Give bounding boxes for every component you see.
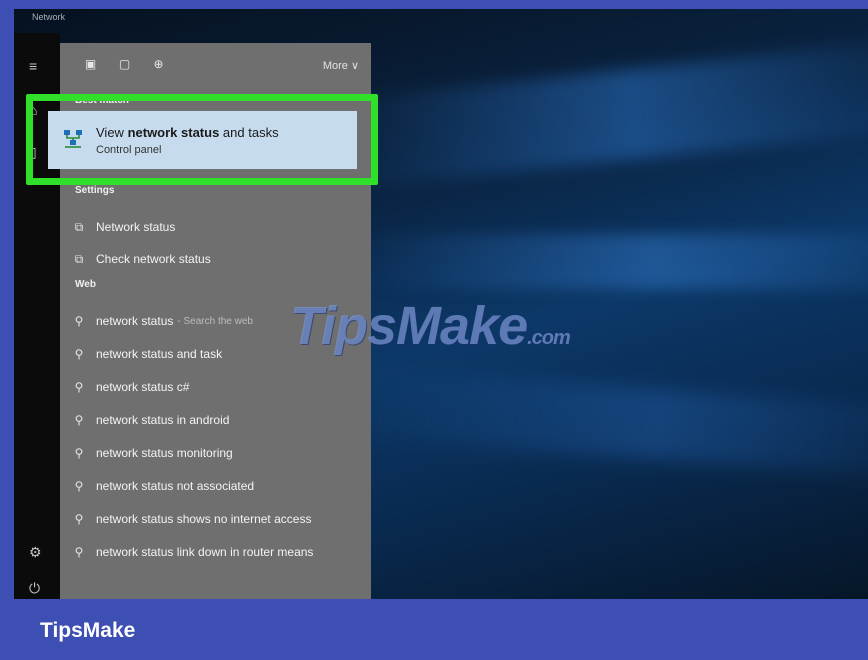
web-result-item[interactable]: ⚲ network status c#	[70, 377, 190, 397]
network-settings-icon: ⧉	[74, 251, 84, 266]
tipsmake-watermark: TipsMake.com	[290, 295, 571, 357]
power-icon[interactable]: ⏻	[29, 581, 40, 595]
settings-gear-icon[interactable]: ⚙	[29, 545, 42, 559]
web-result-item[interactable]: ⚲ network status not associated	[70, 476, 255, 496]
web-result-label: network status not associated	[96, 479, 255, 493]
section-settings-label: Settings	[75, 185, 115, 196]
hamburger-menu-icon[interactable]: ≡	[29, 59, 37, 73]
wallpaper-light-beam	[354, 234, 868, 289]
web-filter-globe-icon[interactable]: ⊕	[152, 58, 165, 71]
footer-brand-label: TipsMake	[40, 619, 136, 642]
apps-filter-icon[interactable]: ▣	[84, 58, 97, 71]
web-result-label: network status shows no internet access	[96, 512, 312, 526]
watermark-suffix: .com	[527, 327, 571, 349]
web-result-item[interactable]: ⚲ network status monitoring	[70, 443, 233, 463]
green-highlight-annotation	[26, 94, 378, 185]
search-icon: ⚲	[74, 380, 84, 394]
web-result-label: network status and task	[96, 347, 223, 361]
tipsmake-frame: Network ≡ ⌂ ▯ ⚙ ⏻ ▣ ▢ ⊕ More ∨ Best matc…	[0, 0, 868, 660]
search-icon: ⚲	[74, 413, 84, 427]
more-filters-dropdown[interactable]: More ∨	[323, 59, 359, 72]
documents-filter-icon[interactable]: ▢	[118, 58, 131, 71]
search-icon: ⚲	[74, 479, 84, 493]
wallpaper-light-beam	[330, 37, 868, 191]
web-result-item[interactable]: ⚲ network status shows no internet acces…	[70, 509, 312, 529]
web-result-label: network status c#	[96, 380, 190, 394]
search-icon: ⚲	[74, 347, 84, 361]
web-result-label: network status in android	[96, 413, 230, 427]
watermark-text: TipsMake	[290, 296, 528, 356]
search-filter-toolbar: ▣ ▢ ⊕ More ∨	[60, 43, 371, 87]
web-result-label: network status	[96, 314, 174, 328]
settings-result-item[interactable]: ⧉ Check network status	[70, 249, 211, 269]
wallpaper-light-beam	[342, 367, 868, 481]
settings-result-item[interactable]: ⧉ Network status	[70, 217, 176, 237]
settings-result-label: Network status	[96, 220, 176, 234]
web-result-label: network status monitoring	[96, 446, 233, 460]
window-title: Network	[32, 12, 66, 22]
search-icon: ⚲	[74, 314, 84, 328]
settings-result-label: Check network status	[96, 252, 211, 266]
web-result-item[interactable]: ⚲ network status and task	[70, 344, 222, 364]
web-result-label: network status link down in router means	[96, 545, 314, 559]
section-web-label: Web	[75, 279, 96, 290]
web-result-item[interactable]: ⚲ network status in android	[70, 410, 230, 430]
search-icon: ⚲	[74, 512, 84, 526]
search-icon: ⚲	[74, 545, 84, 559]
network-settings-icon: ⧉	[74, 219, 84, 234]
web-result-item[interactable]: ⚲ network status link down in router mea…	[70, 542, 314, 562]
web-result-item[interactable]: ⚲ network status - Search the web	[70, 311, 253, 331]
search-icon: ⚲	[74, 446, 84, 460]
web-result-hint: - Search the web	[177, 315, 253, 327]
